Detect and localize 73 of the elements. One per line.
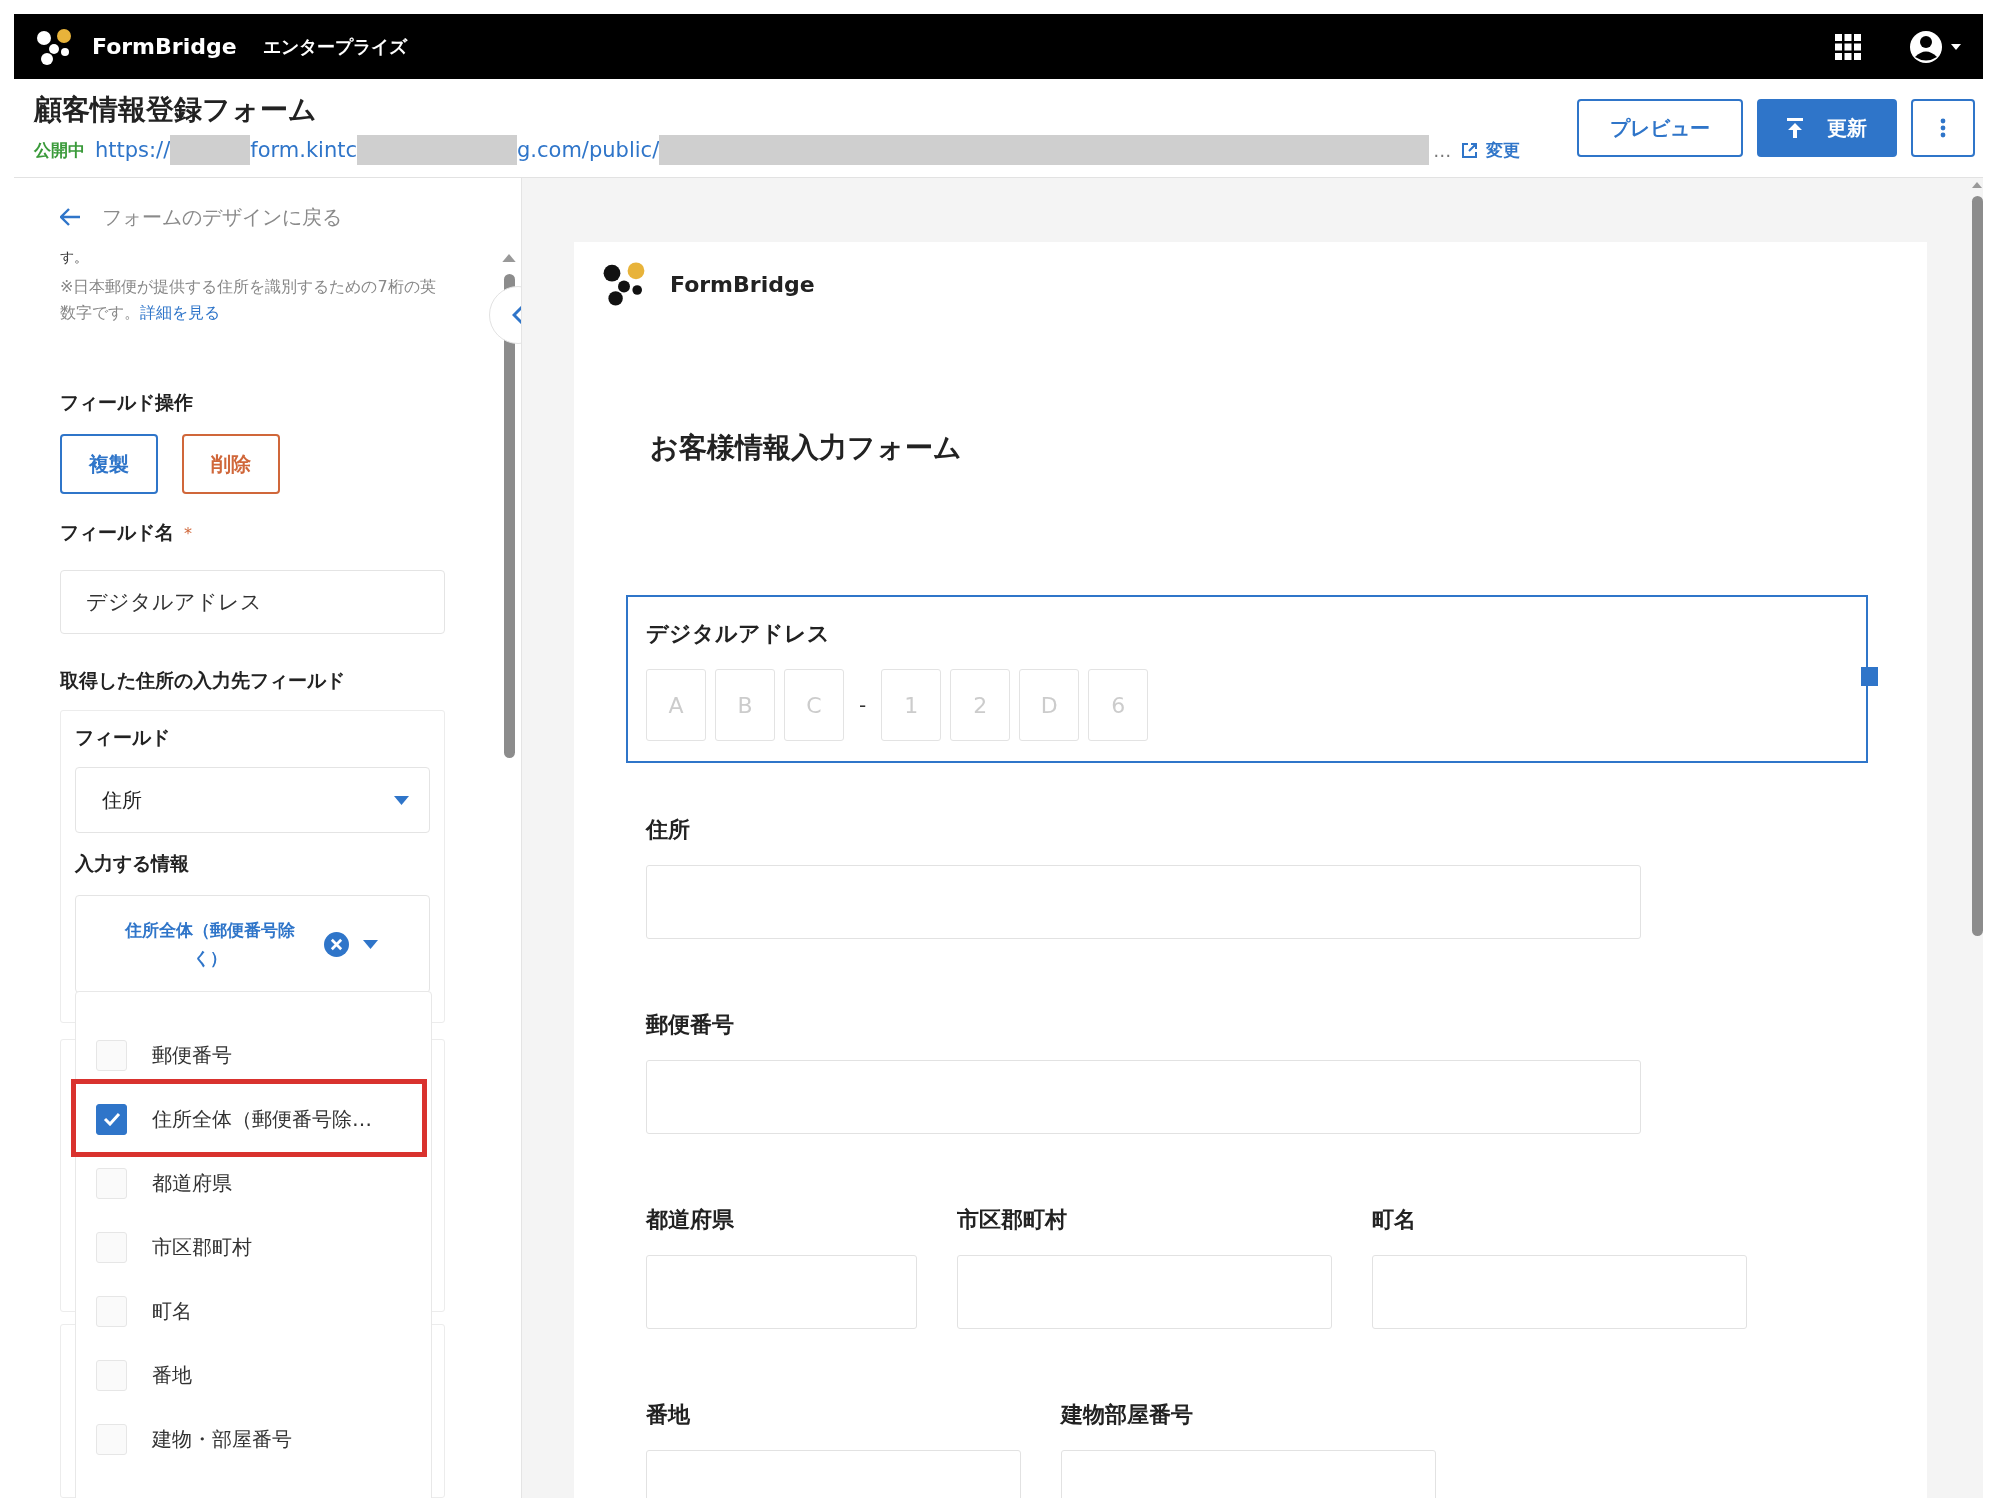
- field-label: 市区郡町村: [957, 1206, 1067, 1234]
- text-input[interactable]: [957, 1255, 1332, 1329]
- option-item[interactable]: 住所全体（郵便番号除…: [76, 1087, 431, 1152]
- apps-grid-icon[interactable]: [1835, 33, 1861, 60]
- field-label: 建物部屋番号: [1061, 1401, 1193, 1429]
- clipped-text: す。: [60, 248, 88, 267]
- back-link[interactable]: フォームのデザインに戻る: [60, 200, 342, 235]
- external-link-icon: [1461, 141, 1479, 159]
- details-link[interactable]: 詳細を見る: [140, 303, 220, 323]
- url-ellipsis: …: [1433, 139, 1452, 161]
- field-label: 郵便番号: [646, 1011, 734, 1039]
- field-label: フィールド: [75, 725, 170, 751]
- more-icon: [1940, 118, 1946, 138]
- help-note: ※日本郵便が提供する住所を識別するための7桁の英数字です。詳細を見る: [60, 276, 437, 325]
- update-button[interactable]: 更新: [1757, 99, 1897, 157]
- option-item[interactable]: 建物・部屋番号: [76, 1407, 431, 1472]
- brand-name: FormBridge: [670, 271, 815, 297]
- scroll-up-icon: [502, 254, 516, 263]
- duplicate-button[interactable]: 複製: [60, 434, 158, 495]
- option-label: 建物・部屋番号: [152, 1425, 292, 1453]
- scroll-up-icon: [1972, 182, 1982, 188]
- required-mark: *: [184, 523, 192, 543]
- field-label: デジタルアドレス: [646, 620, 830, 648]
- clear-icon[interactable]: [324, 931, 349, 957]
- field-label: 都道府県: [646, 1206, 734, 1234]
- back-arrow-icon: [60, 208, 80, 227]
- option-item[interactable]: 市区郡町村: [76, 1215, 431, 1280]
- change-link[interactable]: 変更: [1461, 138, 1521, 162]
- caret-icon: [363, 939, 378, 949]
- field-label: 住所: [646, 816, 690, 844]
- section-label: フィールド操作: [60, 390, 193, 416]
- section-label: 取得した住所の入力先フィールド: [60, 668, 345, 694]
- chevron-left-icon: [512, 305, 521, 325]
- caret-icon: [394, 795, 409, 805]
- option-label: 町名: [152, 1297, 192, 1325]
- text-input[interactable]: [646, 1255, 917, 1329]
- check-icon: [102, 1112, 121, 1127]
- status-label: 公開中: [34, 138, 85, 162]
- url-text[interactable]: g.com/public/: [517, 138, 660, 162]
- delete-button[interactable]: 削除: [182, 434, 280, 495]
- upload-icon: [1787, 118, 1803, 138]
- field-name-input[interactable]: デジタルアドレス: [60, 570, 445, 635]
- text-input[interactable]: [1372, 1255, 1747, 1329]
- account-icon[interactable]: [1909, 29, 1963, 64]
- option-item[interactable]: 郵便番号: [76, 1023, 431, 1088]
- field-select[interactable]: 住所: [75, 767, 430, 834]
- option-label: 市区郡町村: [152, 1233, 252, 1261]
- field-label: フィールド名: [60, 520, 174, 546]
- separator-text: -: [858, 693, 868, 717]
- field-label: 入力する情報: [75, 851, 189, 877]
- preview-button[interactable]: プレビュー: [1577, 99, 1743, 157]
- edition-label: エンタープライズ: [262, 34, 407, 59]
- logo-icon: [34, 26, 74, 67]
- text-input[interactable]: [646, 1060, 1641, 1134]
- url-text[interactable]: https://: [95, 138, 171, 162]
- brand-name: FormBridge: [92, 34, 237, 59]
- scrollbar-thumb[interactable]: [1971, 196, 1983, 936]
- field-label: 町名: [1372, 1206, 1416, 1234]
- option-label: 住所全体（郵便番号除…: [152, 1105, 372, 1133]
- more-button[interactable]: [1911, 99, 1975, 157]
- option-label: 郵便番号: [152, 1041, 232, 1069]
- form-title: 顧客情報登録フォーム: [34, 92, 318, 128]
- text-input[interactable]: [646, 865, 1641, 939]
- url-text[interactable]: form.kintc: [250, 138, 357, 162]
- form-heading: お客様情報入力フォーム: [650, 430, 962, 466]
- field-label: 番地: [646, 1401, 690, 1429]
- option-label: 都道府県: [152, 1169, 232, 1197]
- option-item[interactable]: 都道府県: [76, 1151, 431, 1216]
- option-label: 番地: [152, 1361, 192, 1389]
- checkbox[interactable]: [96, 1103, 127, 1135]
- option-item[interactable]: 町名: [76, 1279, 431, 1344]
- option-item[interactable]: 番地: [76, 1343, 431, 1408]
- resize-handle[interactable]: [1861, 667, 1878, 686]
